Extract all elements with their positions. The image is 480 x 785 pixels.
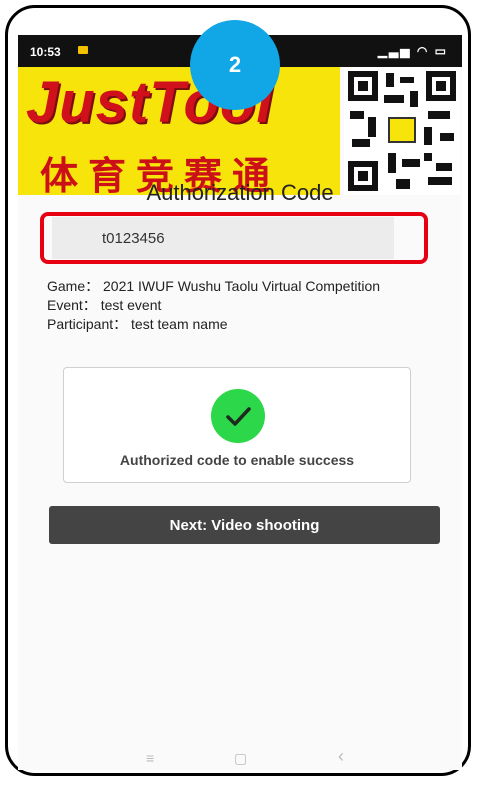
participant-info: Participant： test team name bbox=[47, 316, 228, 332]
menu-icon[interactable]: ≡ bbox=[146, 750, 154, 766]
system-nav-bar: ≡ ▢ ‹ bbox=[18, 746, 462, 772]
back-icon[interactable]: ‹ bbox=[338, 746, 344, 767]
check-icon bbox=[211, 389, 265, 443]
home-icon[interactable]: ▢ bbox=[234, 750, 247, 767]
step-number-badge: 2 bbox=[190, 20, 280, 110]
authorization-result-card: Authorized code to enable success bbox=[63, 367, 411, 483]
qr-code-icon bbox=[344, 67, 460, 195]
notification-icon bbox=[78, 46, 88, 54]
authorization-success-message: Authorized code to enable success bbox=[119, 452, 355, 468]
system-status-icons: ▁▃▅ ◠ ▭ bbox=[377, 44, 448, 58]
status-time: 10:53 bbox=[30, 45, 61, 59]
game-info: Game： 2021 IWUF Wushu Taolu Virtual Comp… bbox=[47, 278, 381, 294]
page-title: Authorization Code bbox=[146, 180, 334, 205]
qr-center-logo bbox=[388, 117, 416, 143]
next-video-shooting-button[interactable]: Next: Video shooting bbox=[49, 506, 440, 544]
competition-info: Game： 2021 IWUF Wushu Taolu Virtual Comp… bbox=[47, 278, 407, 333]
event-info: Event： test event bbox=[47, 297, 162, 313]
code-field-highlight-box bbox=[40, 212, 428, 264]
